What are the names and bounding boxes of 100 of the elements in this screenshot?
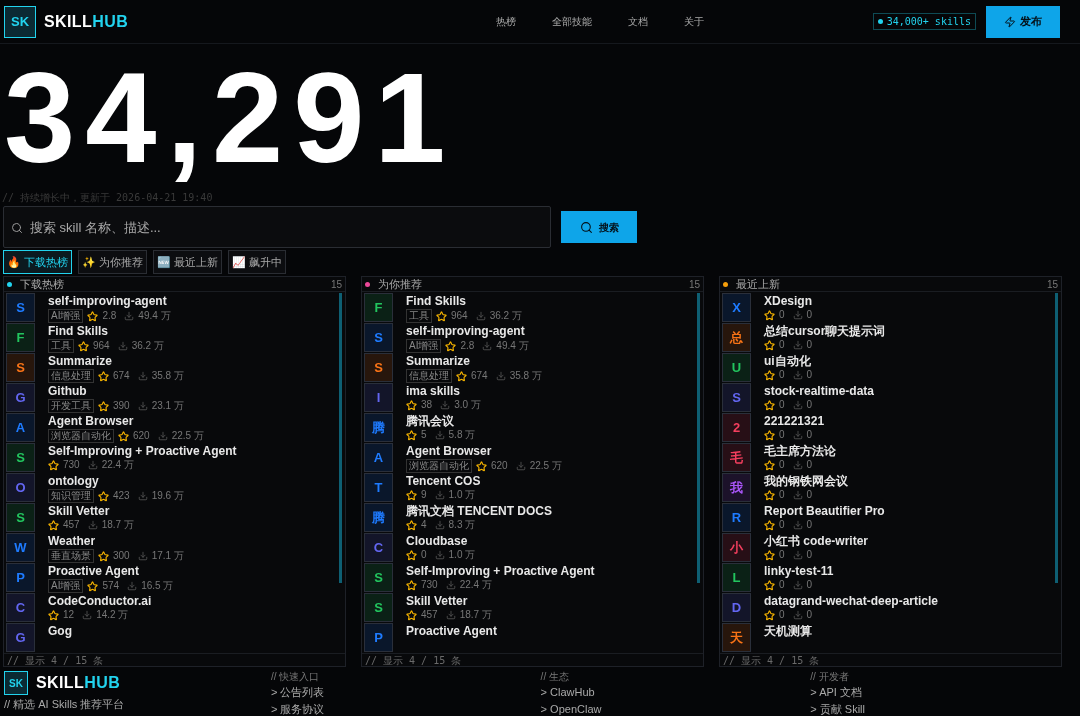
skill-name[interactable]: Weather [48,533,184,549]
search-field[interactable]: 搜索 skill 名称、描述... [3,206,551,248]
footer-link[interactable]: > ClawHub [540,685,811,699]
star-icon [78,340,89,352]
skill-name[interactable]: ui自动化 [764,353,813,369]
search-icon [579,220,593,234]
skill-name[interactable]: XDesign [764,293,813,309]
download-icon [792,610,803,620]
star-icon [48,459,59,471]
download-count: 0 [806,399,813,411]
skill-name[interactable]: self-improving-agent [406,323,529,339]
nav-link[interactable]: 热榜 [496,14,517,29]
skill-name[interactable]: Agent Browser [48,413,204,429]
star-icon [456,370,467,382]
avatar-letter: R [731,510,742,525]
star-icon [764,609,775,621]
star-count: 9 [421,489,427,501]
download-count: 23.1 万 [151,400,184,412]
download-icon [87,460,98,470]
download-icon [124,311,135,321]
download-count: 0 [806,519,813,531]
skill-name[interactable]: self-improving-agent [48,293,171,309]
nav-link[interactable]: 文档 [628,14,649,29]
skill-name[interactable]: ontology [48,473,184,489]
skill-name[interactable]: 我的钢铁网会议 [764,473,848,489]
star-count: 457 [63,519,80,531]
lightning-icon [1004,15,1016,28]
tab[interactable]: 📈 飙升中 [228,250,287,274]
scrollbar-thumb[interactable] [697,293,700,583]
skill-name[interactable]: Report Beautifier Pro [764,503,885,519]
download-icon [792,310,803,320]
download-icon [137,401,148,411]
star-count: 2.8 [460,340,475,352]
skill-name[interactable]: 221221321 [764,413,825,429]
skill-name[interactable]: Tencent COS [406,473,481,489]
star-count: 674 [113,370,130,382]
scrollbar-thumb[interactable] [339,293,342,583]
category-tag: 垂直场景 [48,549,94,563]
footer-tagline: // 精选 AI Skills 推荐平台 [4,697,126,712]
footer-link[interactable]: > 公告列表 [270,685,541,699]
skill-name[interactable]: 总结cursor聊天提示词 [764,323,886,339]
skill-name[interactable]: Cloudbase [406,533,476,549]
download-icon [127,581,138,591]
star-count: 0 [779,309,785,321]
tab[interactable]: 🔥 下载热榜 [3,250,73,274]
skill-name[interactable]: Skill Vetter [406,593,492,609]
skill-name[interactable]: Find Skills [406,293,522,309]
footer-heading: // 开发者 [810,671,850,682]
download-icon [792,460,803,470]
star-icon [98,400,109,412]
search-button[interactable]: 搜索 [561,211,637,243]
star-icon [87,580,99,592]
footer-link[interactable]: > API 文档 [810,685,1080,699]
avatar-letter: 毛 [730,450,743,465]
skill-name[interactable]: ima skills [406,383,481,399]
avatar-letter: T [374,480,383,495]
download-count: 0 [806,579,813,591]
skill-name[interactable]: 天机测算 [764,623,812,639]
avatar-letter: A [15,420,26,435]
star-icon [764,519,775,531]
skill-name[interactable]: 毛主席方法论 [764,443,836,459]
nav-link[interactable]: 全部技能 [552,14,593,29]
category-tag: 浏览器自动化 [48,429,114,443]
skill-name[interactable]: 小红书 code-writer [764,533,868,549]
tab[interactable]: 🆕 最近上新 [153,250,223,274]
skill-name[interactable]: datagrand-wechat-deep-article [764,593,939,609]
skill-name[interactable]: Github [48,383,184,399]
star-icon [436,310,447,322]
download-count: 0 [806,309,813,321]
skill-name[interactable]: stock-realtime-data [764,383,875,399]
footer-link[interactable]: > 服务协议 [270,702,541,716]
nav-link[interactable]: 关于 [684,14,705,29]
skill-name[interactable]: 腾讯会议 [406,413,476,429]
avatar-letter: S [374,360,383,375]
avatar-letter: U [731,360,742,375]
skill-name[interactable]: Self-Improving + Proactive Agent [406,563,595,579]
skill-name[interactable]: Gog [48,623,72,639]
publish-button[interactable]: 发布 [986,5,1060,38]
avatar-letter: F [16,330,25,345]
avatar-letter: G [15,390,26,405]
skill-name[interactable]: Find Skills [48,323,164,339]
skill-name[interactable]: CodeConductor.ai [48,593,152,609]
footer-link[interactable]: > 贡献 Skill [810,702,1080,716]
skill-name[interactable]: Proactive Agent [48,563,174,579]
skill-name[interactable]: Self-Improving + Proactive Agent [48,443,237,459]
star-count: 0 [779,369,785,381]
skill-name[interactable]: Proactive Agent [406,623,497,639]
tab[interactable]: ✨ 为你推荐 [78,250,148,274]
skill-name[interactable]: Summarize [48,353,184,369]
skill-name[interactable]: Agent Browser [406,443,562,459]
skill-name[interactable]: Summarize [406,353,542,369]
skill-name[interactable]: Skill Vetter [48,503,134,519]
star-icon [445,340,457,352]
scrollbar-thumb[interactable] [1055,293,1058,583]
panel-count: 15 [688,277,700,292]
skill-name[interactable]: linky-test-11 [764,563,834,579]
download-icon [482,341,493,351]
skill-name[interactable]: 腾讯文档 TENCENT DOCS [406,503,552,519]
star-icon [98,490,109,502]
footer-link[interactable]: > OpenClaw [540,702,811,716]
